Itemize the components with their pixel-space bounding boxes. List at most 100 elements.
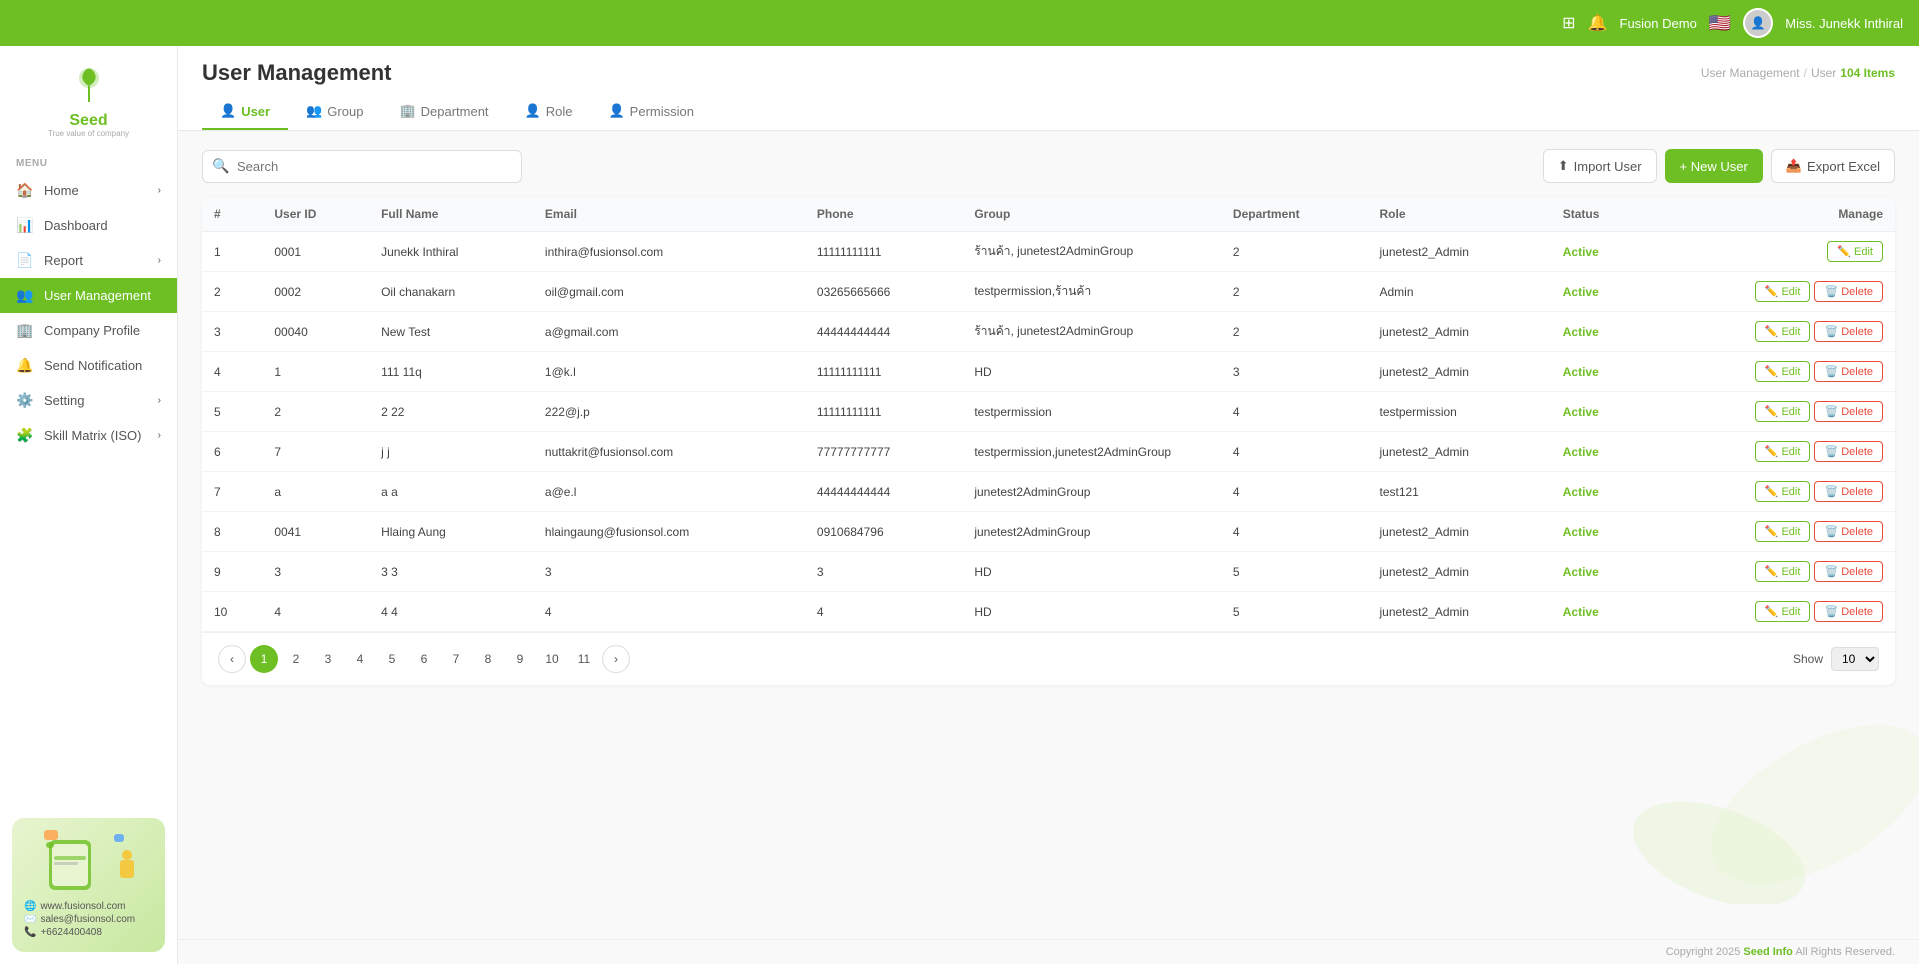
flag-icon[interactable]: 🇺🇸 xyxy=(1709,13,1731,34)
edit-button[interactable]: ✏️ Edit xyxy=(1755,281,1811,302)
cell-status: Active xyxy=(1551,312,1649,352)
cell-status: Active xyxy=(1551,552,1649,592)
cell-full-name: Hlaing Aung xyxy=(369,512,533,552)
delete-button[interactable]: 🗑️ Delete xyxy=(1814,601,1883,622)
cell-status: Active xyxy=(1551,392,1649,432)
pagination-row: ‹ 1 2 3 4 5 6 7 8 9 10 11 › xyxy=(202,632,1895,685)
edit-button[interactable]: ✏️ Edit xyxy=(1755,321,1811,342)
cell-department: 2 xyxy=(1221,272,1368,312)
breadcrumb-current: User xyxy=(1811,66,1836,80)
chevron-right-icon: › xyxy=(158,185,161,196)
cell-manage: ✏️ Edit 🗑️ Delete xyxy=(1649,392,1895,432)
col-group: Group xyxy=(962,197,1221,232)
users-table: # User ID Full Name Email Phone Group De… xyxy=(202,197,1895,632)
cell-status: Active xyxy=(1551,352,1649,392)
main-content: User Management User Management / User 1… xyxy=(178,46,1919,964)
sidebar-item-skill-matrix[interactable]: 🧩 Skill Matrix (ISO) › xyxy=(0,418,177,453)
tab-permission[interactable]: 👤 Permission xyxy=(590,94,711,130)
grid-icon[interactable]: ⊞ xyxy=(1562,13,1575,33)
cell-manage: ✏️ Edit 🗑️ Delete xyxy=(1649,592,1895,632)
cell-phone: 77777777777 xyxy=(805,432,962,472)
import-user-button[interactable]: ⬆ Import User xyxy=(1543,149,1657,183)
delete-button[interactable]: 🗑️ Delete xyxy=(1814,481,1883,502)
pagination-page-6[interactable]: 6 xyxy=(410,645,438,673)
delete-button[interactable]: 🗑️ Delete xyxy=(1814,561,1883,582)
sidebar-promo-card: 🌐www.fusionsol.com ✉️sales@fusionsol.com… xyxy=(12,818,165,952)
cell-department: 2 xyxy=(1221,312,1368,352)
pagination-prev[interactable]: ‹ xyxy=(218,645,246,673)
new-user-button[interactable]: + New User xyxy=(1665,149,1763,183)
edit-button[interactable]: ✏️ Edit xyxy=(1827,241,1883,262)
sidebar-item-home[interactable]: 🏠 Home › xyxy=(0,173,177,208)
tab-department[interactable]: 🏢 Department xyxy=(381,94,506,130)
delete-button[interactable]: 🗑️ Delete xyxy=(1814,281,1883,302)
tab-group[interactable]: 👥 Group xyxy=(288,94,381,130)
cell-email: 1@k.l xyxy=(533,352,805,392)
cell-email: a@e.l xyxy=(533,472,805,512)
cell-status: Active xyxy=(1551,512,1649,552)
pagination-next[interactable]: › xyxy=(602,645,630,673)
sidebar-item-send-notification[interactable]: 🔔 Send Notification xyxy=(0,348,177,383)
cell-role: junetest2_Admin xyxy=(1367,552,1550,592)
cell-user-id: 2 xyxy=(262,392,369,432)
sidebar-item-setting[interactable]: ⚙️ Setting › xyxy=(0,383,177,418)
pagination-page-1[interactable]: 1 xyxy=(250,645,278,673)
table-row: 9 3 3 3 3 3 HD 5 junetest2_Admin Active … xyxy=(202,552,1895,592)
sidebar-item-company-profile[interactable]: 🏢 Company Profile xyxy=(0,313,177,348)
avatar[interactable]: 👤 xyxy=(1743,8,1773,38)
col-num: # xyxy=(202,197,262,232)
edit-button[interactable]: ✏️ Edit xyxy=(1755,521,1811,542)
delete-button[interactable]: 🗑️ Delete xyxy=(1814,521,1883,542)
cell-status: Active xyxy=(1551,232,1649,272)
edit-button[interactable]: ✏️ Edit xyxy=(1755,361,1811,382)
cell-group: testpermission xyxy=(962,392,1221,432)
pagination-page-5[interactable]: 5 xyxy=(378,645,406,673)
pagination-page-8[interactable]: 8 xyxy=(474,645,502,673)
edit-button[interactable]: ✏️ Edit xyxy=(1755,601,1811,622)
pagination-page-9[interactable]: 9 xyxy=(506,645,534,673)
delete-button[interactable]: 🗑️ Delete xyxy=(1814,361,1883,382)
cell-full-name: New Test xyxy=(369,312,533,352)
delete-button[interactable]: 🗑️ Delete xyxy=(1814,441,1883,462)
top-navbar: ⊞ 🔔 Fusion Demo 🇺🇸 👤 Miss. Junekk Inthir… xyxy=(0,0,1919,46)
edit-button[interactable]: ✏️ Edit xyxy=(1755,401,1811,422)
sidebar-item-report[interactable]: 📄 Report › xyxy=(0,243,177,278)
chevron-right-icon: › xyxy=(158,255,161,266)
sidebar: Seed True value of company MENU 🏠 Home ›… xyxy=(0,46,178,964)
footer-brand: Seed Info xyxy=(1743,946,1793,958)
user-tab-icon: 👤 xyxy=(220,103,236,119)
table-row: 5 2 2 22 222@j.p 11111111111 testpermiss… xyxy=(202,392,1895,432)
cell-num: 3 xyxy=(202,312,262,352)
delete-button[interactable]: 🗑️ Delete xyxy=(1814,401,1883,422)
pagination-page-3[interactable]: 3 xyxy=(314,645,342,673)
tab-user[interactable]: 👤 User xyxy=(202,94,288,130)
cell-user-id: 3 xyxy=(262,552,369,592)
cell-full-name: 3 3 xyxy=(369,552,533,592)
col-phone: Phone xyxy=(805,197,962,232)
table-row: 2 0002 Oil chanakarn oil@gmail.com 03265… xyxy=(202,272,1895,312)
cell-role: junetest2_Admin xyxy=(1367,512,1550,552)
export-excel-button[interactable]: 📤 Export Excel xyxy=(1771,149,1895,183)
delete-button[interactable]: 🗑️ Delete xyxy=(1814,321,1883,342)
pagination-page-7[interactable]: 7 xyxy=(442,645,470,673)
cell-email: 222@j.p xyxy=(533,392,805,432)
pagination-page-10[interactable]: 10 xyxy=(538,645,566,673)
table-row: 10 4 4 4 4 4 HD 5 junetest2_Admin Active… xyxy=(202,592,1895,632)
edit-button[interactable]: ✏️ Edit xyxy=(1755,561,1811,582)
edit-button[interactable]: ✏️ Edit xyxy=(1755,481,1811,502)
sidebar-item-user-management[interactable]: 👥 User Management xyxy=(0,278,177,313)
col-status: Status xyxy=(1551,197,1649,232)
pagination-page-4[interactable]: 4 xyxy=(346,645,374,673)
show-select[interactable]: 10 25 50 xyxy=(1831,647,1879,671)
cell-email: 4 xyxy=(533,592,805,632)
cell-role: Admin xyxy=(1367,272,1550,312)
pagination-page-11[interactable]: 11 xyxy=(570,645,598,673)
sidebar-item-label: Company Profile xyxy=(44,323,140,338)
tab-role[interactable]: 👤 Role xyxy=(507,94,591,130)
sidebar-item-dashboard[interactable]: 📊 Dashboard xyxy=(0,208,177,243)
bell-icon[interactable]: 🔔 xyxy=(1588,13,1608,33)
edit-button[interactable]: ✏️ Edit xyxy=(1755,441,1811,462)
pagination-page-2[interactable]: 2 xyxy=(282,645,310,673)
sidebar-item-label: Skill Matrix (ISO) xyxy=(44,428,142,443)
search-input[interactable] xyxy=(202,150,522,183)
